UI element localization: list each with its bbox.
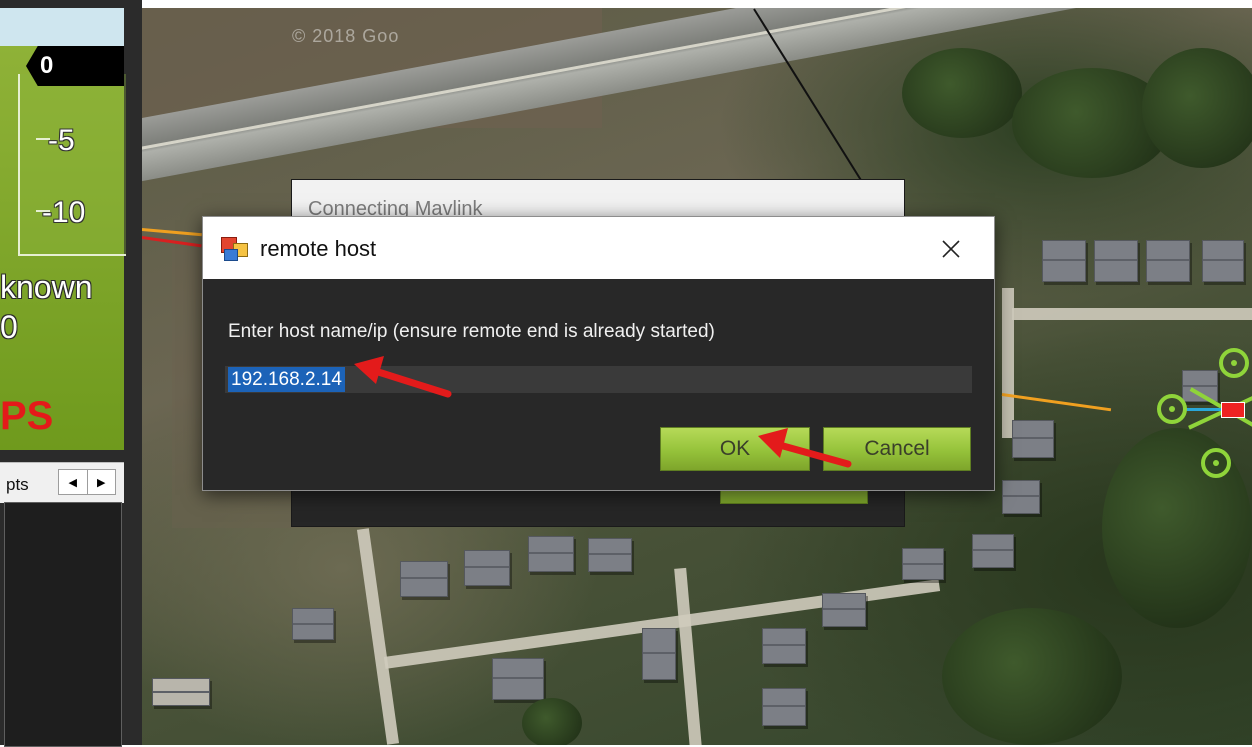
map-house bbox=[1002, 480, 1040, 514]
altitude-value: 0 bbox=[40, 52, 54, 79]
map-tree bbox=[522, 698, 582, 745]
map-house bbox=[492, 658, 544, 700]
map-house bbox=[762, 628, 806, 664]
map-house bbox=[152, 678, 210, 706]
tab-content-panel bbox=[4, 502, 122, 747]
map-house bbox=[1146, 240, 1190, 282]
annotation-arrow-icon bbox=[758, 428, 852, 468]
map-house bbox=[1094, 240, 1138, 282]
map-street bbox=[1002, 288, 1014, 438]
map-tree bbox=[1142, 48, 1252, 168]
chevron-left-icon[interactable]: ◀ bbox=[59, 470, 88, 494]
map-house bbox=[1042, 240, 1086, 282]
map-watermark: © 2018 Goo bbox=[292, 26, 400, 46]
heading-line bbox=[142, 228, 202, 237]
remote-host-dialog: remote host Enter host name/ip (ensure r… bbox=[202, 216, 995, 491]
map-street bbox=[1012, 308, 1252, 320]
map-house bbox=[972, 534, 1014, 568]
map-street bbox=[674, 567, 702, 745]
map-house bbox=[822, 593, 866, 627]
tab-scroll-buttons: ◀ ▶ bbox=[58, 469, 116, 495]
map-house bbox=[1202, 240, 1244, 282]
hud-status-text: 0 bbox=[0, 310, 18, 344]
drone-marker[interactable] bbox=[1157, 348, 1252, 488]
altimeter-tape: -5 -10 bbox=[18, 74, 126, 256]
map-house bbox=[528, 536, 574, 572]
dialog-titlebar: remote host bbox=[203, 217, 994, 279]
chevron-right-icon[interactable]: ▶ bbox=[88, 470, 116, 494]
map-tree bbox=[902, 48, 1022, 138]
mission-planner-icon bbox=[221, 237, 248, 261]
host-prompt-label: Enter host name/ip (ensure remote end is… bbox=[228, 321, 715, 342]
map-house bbox=[292, 608, 334, 640]
tape-label: -10 bbox=[42, 196, 86, 229]
map-house bbox=[1012, 420, 1054, 458]
map-street bbox=[356, 528, 400, 745]
map-house bbox=[762, 688, 806, 726]
map-house bbox=[902, 548, 944, 580]
close-icon bbox=[942, 240, 960, 258]
host-input-value[interactable]: 192.168.2.14 bbox=[228, 367, 345, 392]
map-house bbox=[464, 550, 510, 586]
map-house bbox=[400, 561, 448, 597]
dialog-title: remote host bbox=[260, 236, 377, 261]
hud-sky bbox=[0, 8, 124, 46]
map-tree bbox=[942, 608, 1122, 745]
gps-status-text: PS bbox=[0, 394, 54, 438]
annotation-arrow-icon bbox=[354, 356, 452, 398]
tape-label: -5 bbox=[48, 124, 75, 157]
close-button[interactable] bbox=[933, 231, 969, 267]
tab-scripts[interactable]: pts bbox=[6, 475, 29, 495]
altitude-indicator: 0 bbox=[26, 46, 124, 86]
tab-strip: pts ◀ ▶ bbox=[0, 462, 124, 503]
left-panel: -5 -10 0 known 0 PS pts ◀ ▶ bbox=[0, 0, 142, 747]
heading-line bbox=[1001, 393, 1112, 412]
map-house bbox=[642, 628, 676, 680]
target-line bbox=[142, 236, 202, 248]
hud-status-text: known bbox=[0, 270, 93, 304]
hud-display: -5 -10 0 known 0 PS bbox=[0, 8, 126, 450]
map-house bbox=[588, 538, 632, 572]
